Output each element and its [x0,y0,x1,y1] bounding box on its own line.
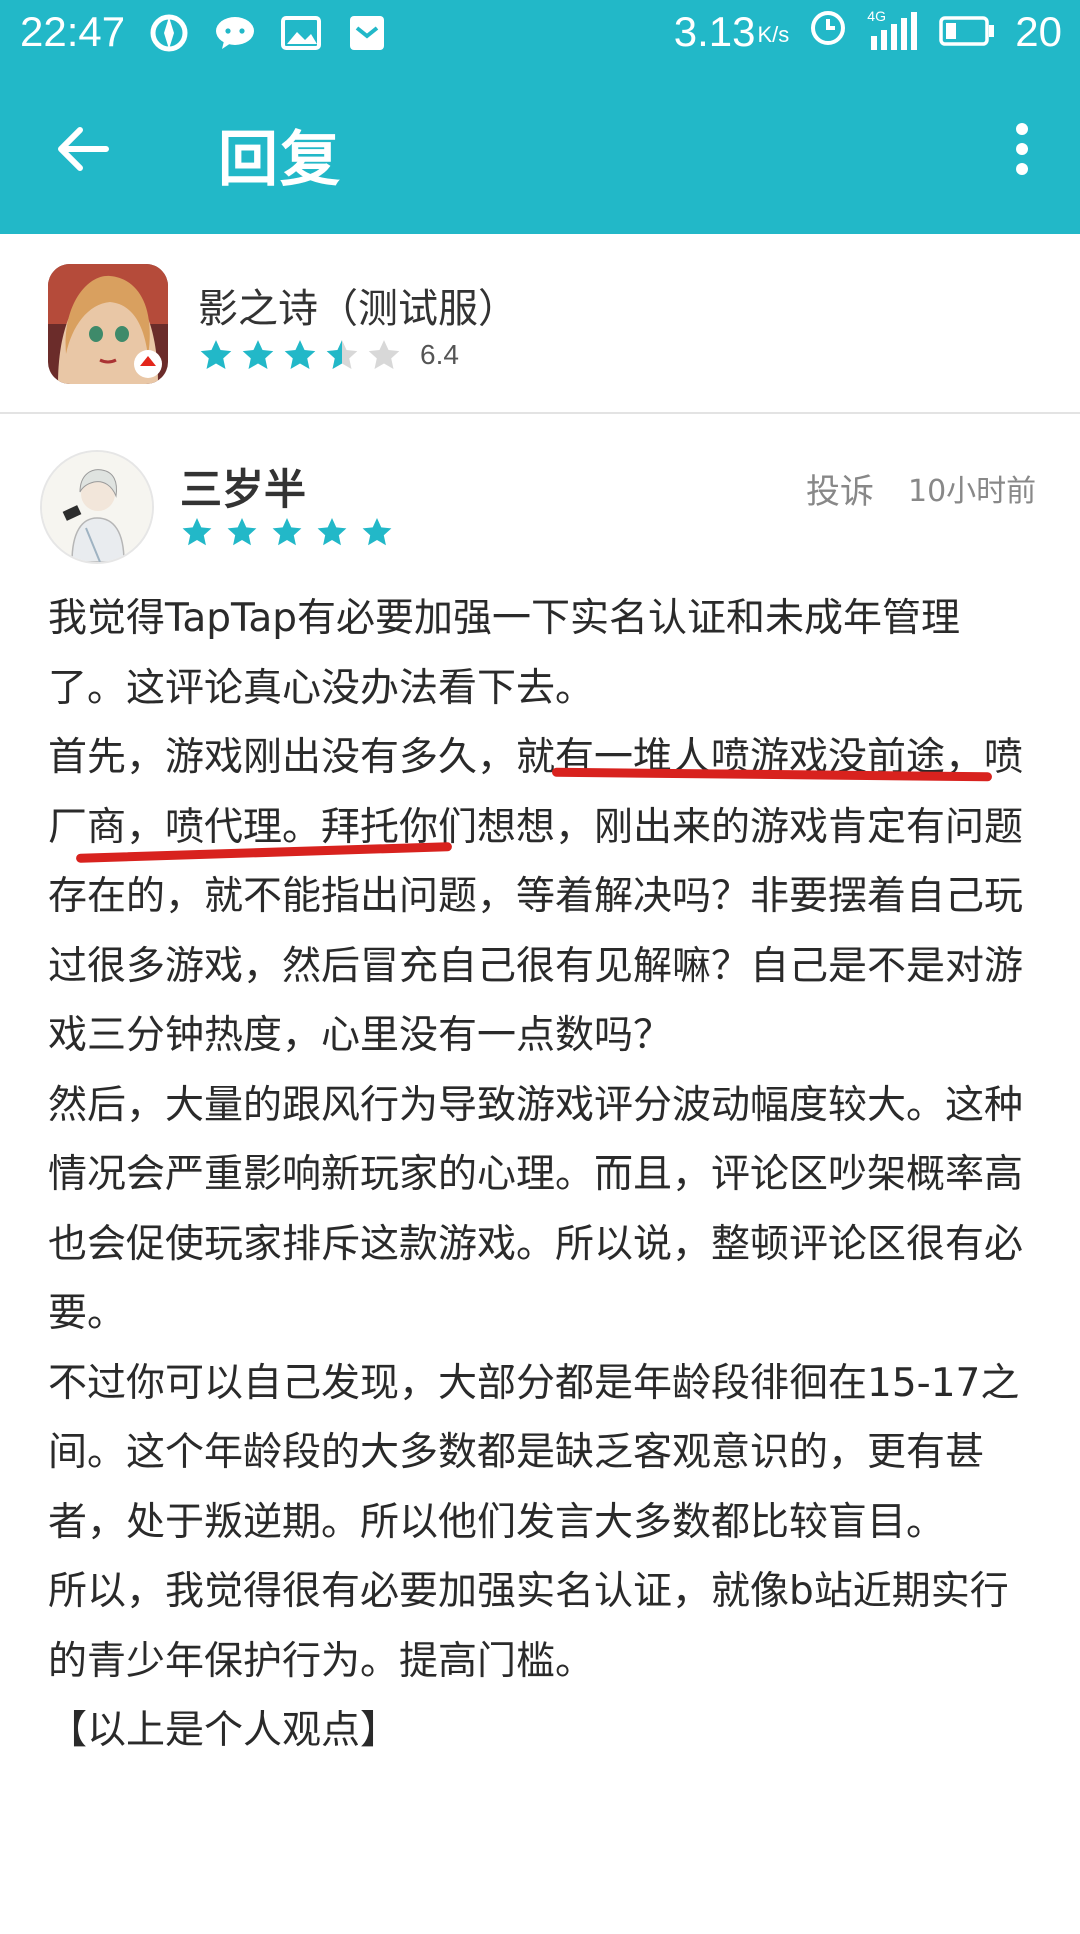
review-paragraph: 然后，大量的跟风行为导致游戏评分波动幅度较大。这种情况会严重影响新玩家的心理。而… [48,1082,1024,1337]
username[interactable]: 三岁半 [180,456,306,517]
star-icon [200,340,232,370]
mail-icon [346,13,388,53]
more-vert-icon[interactable] [1004,118,1040,180]
report-button[interactable]: 投诉 [806,464,874,513]
star-icon [182,518,212,546]
notification-icons [148,13,388,53]
game-name[interactable]: 影之诗（测试服） [198,276,518,334]
star-half-icon [326,340,358,370]
status-right: 3.13K/s 4G 20 [674,8,1062,56]
speed-value: 3.13 [673,8,756,55]
network-speed: 3.13K/s [674,8,790,56]
review-stars [180,516,405,548]
network-type: 4G [867,8,886,24]
page-title: 回复 [218,125,342,195]
review-time: 10小时前 [908,474,1037,509]
signal-icon: 4G [867,8,919,52]
star-empty-icon [368,340,400,370]
star-icon [362,518,392,546]
status-time: 22:47 [20,8,126,55]
wechat-icon [214,13,256,53]
game-rating: 6.4 [198,338,459,372]
game-info-row[interactable]: 影之诗（测试服） 6.4 [0,234,1080,414]
app-bar: 回复 [0,66,1080,234]
game-icon[interactable] [48,264,168,384]
battery-level: 20 [1015,8,1062,55]
arrow-left-icon[interactable] [52,118,114,180]
aperture-icon [148,13,190,53]
star-icon [317,518,347,546]
game-score: 6.4 [420,339,459,370]
image-icon [280,13,322,53]
review-body: 我觉得TapTap有必要加强一下实名认证和未成年管理了。这评论真心没办法看下去。… [48,584,1038,1766]
review-paragraph: 不过你可以自己发现，大部分都是年龄段徘徊在15-17之间。这个年龄段的大多数都是… [48,1360,1020,1545]
avatar[interactable] [40,450,154,564]
star-icon [227,518,257,546]
battery-icon [939,8,995,56]
speed-unit: K/s [757,22,790,47]
review-paragraph: 我觉得TapTap有必要加强一下实名认证和未成年管理了。这评论真心没办法看下去。 [48,596,961,711]
star-icon [272,518,302,546]
status-bar: 22:47 3.13K/s 4G 20 [0,0,1080,66]
review-paragraph: 所以，我觉得很有必要加强实名认证，就像b站近期实行的青少年保护行为。提高门槛。 [48,1569,1009,1684]
star-icon [242,340,274,370]
review-paragraph: 【以上是个人观点】 [48,1708,400,1753]
star-icon [284,340,316,370]
alarm-icon [809,8,847,56]
